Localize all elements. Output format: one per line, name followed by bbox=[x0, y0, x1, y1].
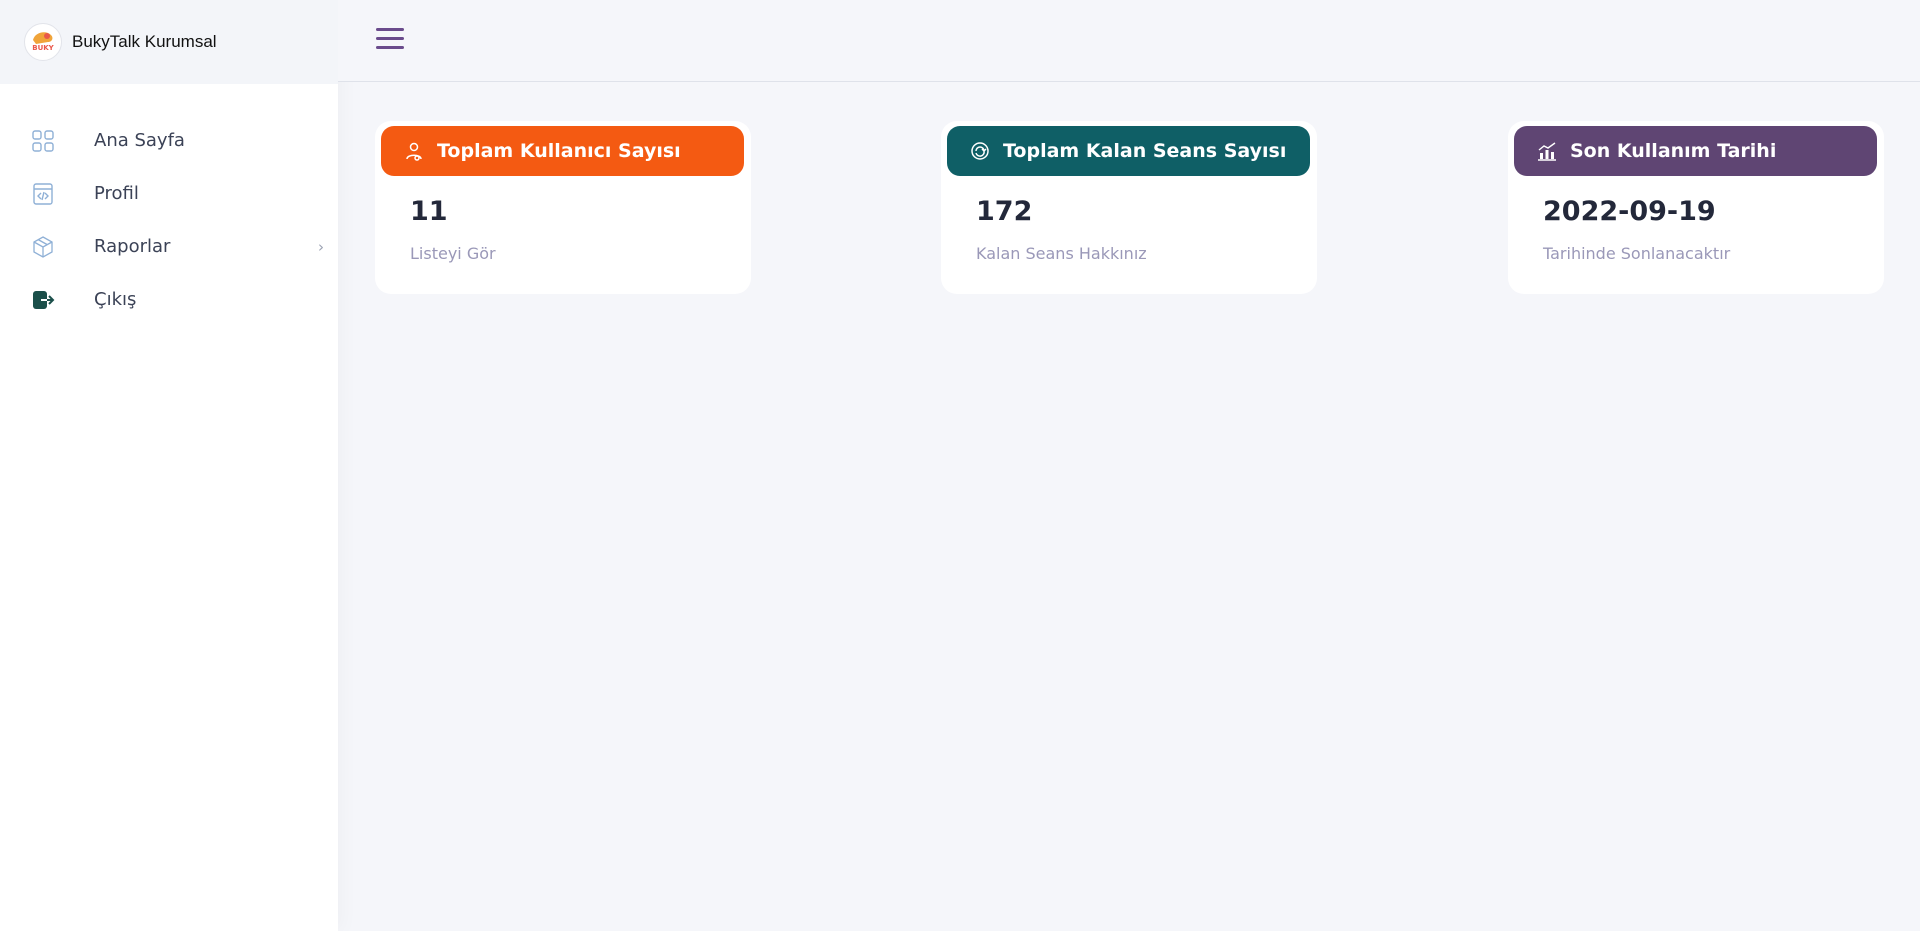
topbar bbox=[338, 0, 1920, 82]
brand-logo: BUKY bbox=[24, 23, 62, 61]
sidebar-item-profil[interactable]: Profil bbox=[0, 167, 338, 220]
chevron-right-icon: › bbox=[318, 237, 324, 256]
card-title: Toplam Kullanıcı Sayısı bbox=[437, 140, 681, 162]
sidebar-item-cikis[interactable]: Çıkış bbox=[0, 273, 338, 326]
card-header: Toplam Kalan Seans Sayısı bbox=[947, 126, 1310, 176]
card-value: 11 bbox=[410, 196, 448, 227]
card-title: Toplam Kalan Seans Sayısı bbox=[1003, 140, 1287, 162]
stat-card-sessions[interactable]: Toplam Kalan Seans Sayısı 172 Kalan Sean… bbox=[941, 121, 1317, 294]
card-title: Son Kullanım Tarihi bbox=[1570, 140, 1777, 162]
grid-icon bbox=[30, 128, 56, 154]
card-subtitle: Kalan Seans Hakkınız bbox=[976, 244, 1147, 263]
stat-card-users[interactable]: Toplam Kullanıcı Sayısı 11 Listeyi Gör bbox=[375, 121, 751, 294]
sidebar-item-label: Ana Sayfa bbox=[94, 130, 185, 151]
sidebar-item-label: Profil bbox=[94, 183, 139, 204]
sidebar-menu: Ana Sayfa Profil Raporlar › Çıkış bbox=[0, 114, 338, 326]
card-value: 2022-09-19 bbox=[1543, 196, 1716, 227]
sidebar: BUKY BukyTalk Kurumsal Ana Sayfa Profil bbox=[0, 0, 338, 931]
user-icon bbox=[403, 140, 425, 162]
sidebar-item-ana-sayfa[interactable]: Ana Sayfa bbox=[0, 114, 338, 167]
sidebar-item-raporlar[interactable]: Raporlar › bbox=[0, 220, 338, 273]
brand-name: BukyTalk Kurumsal bbox=[72, 32, 217, 51]
hamburger-icon[interactable] bbox=[376, 28, 404, 52]
cube-icon bbox=[30, 234, 56, 260]
card-subtitle: Tarihinde Sonlanacaktır bbox=[1543, 244, 1731, 263]
card-header: Toplam Kullanıcı Sayısı bbox=[381, 126, 744, 176]
logout-icon bbox=[30, 287, 56, 313]
card-link-listeyi-gor[interactable]: Listeyi Gör bbox=[410, 244, 496, 263]
brand-header[interactable]: BUKY BukyTalk Kurumsal bbox=[0, 0, 338, 84]
card-value: 172 bbox=[976, 196, 1033, 227]
chart-icon bbox=[1536, 140, 1558, 162]
sidebar-item-label: Çıkış bbox=[94, 289, 137, 310]
refresh-icon bbox=[969, 140, 991, 162]
card-header: Son Kullanım Tarihi bbox=[1514, 126, 1877, 176]
code-file-icon bbox=[30, 181, 56, 207]
svg-text:BUKY: BUKY bbox=[32, 44, 54, 52]
sidebar-item-label: Raporlar bbox=[94, 236, 171, 257]
stat-card-expiry[interactable]: Son Kullanım Tarihi 2022-09-19 Tarihinde… bbox=[1508, 121, 1884, 294]
